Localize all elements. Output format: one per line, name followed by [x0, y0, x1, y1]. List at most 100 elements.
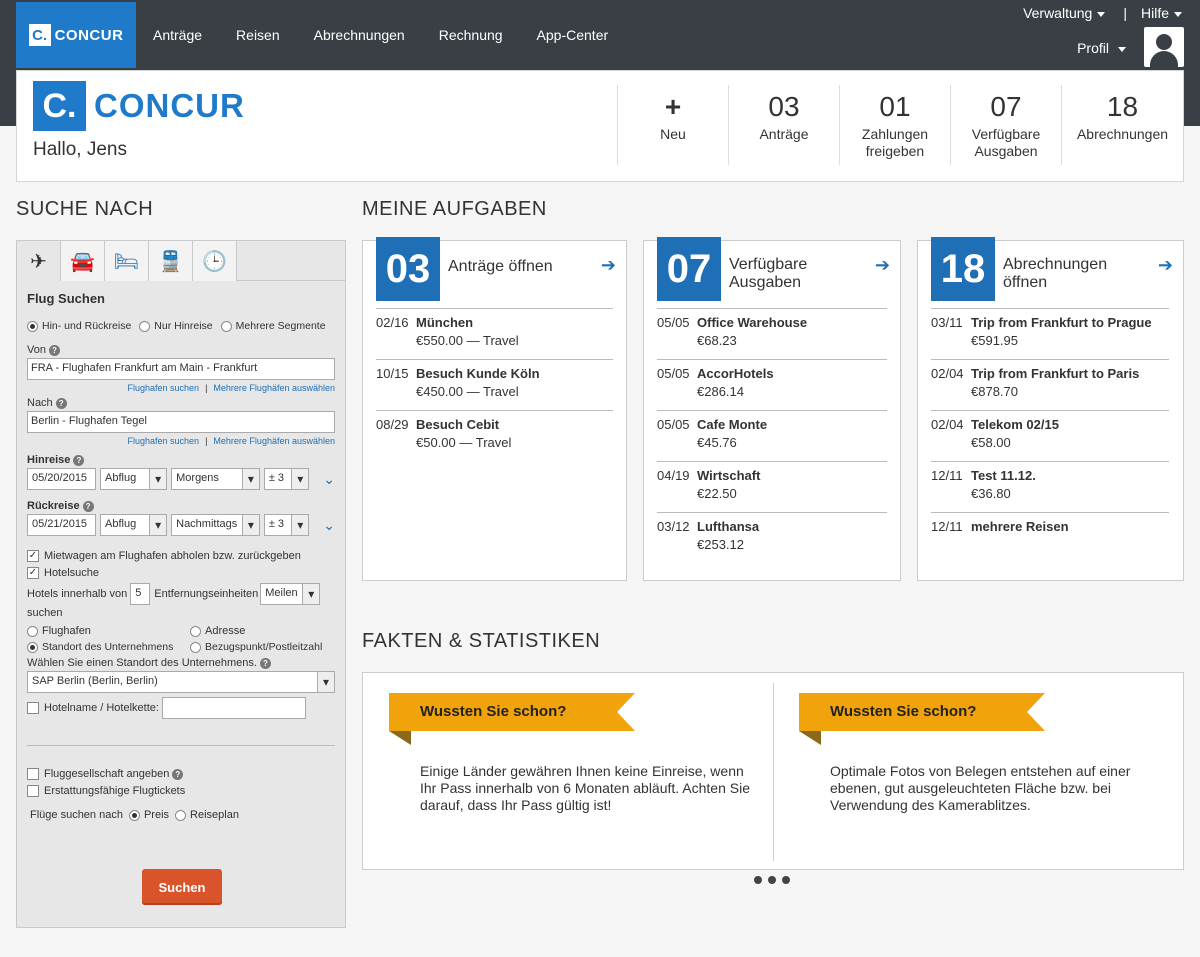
list-item[interactable]: 02/04 Trip from Frankfurt to Paris €878.70	[931, 359, 1169, 410]
radio-standort[interactable]	[27, 641, 38, 653]
card-title: Abrechnungen öffnen	[1003, 256, 1108, 291]
label-text: Nach	[27, 397, 53, 409]
standort-label: Wählen Sie einen Standort des Unternehme…	[27, 657, 335, 669]
train-icon[interactable]: 🚆	[149, 241, 193, 281]
nav-item-antraege[interactable]: Anträge	[136, 0, 219, 70]
rueck-range-select[interactable]: ± 3	[263, 514, 310, 536]
list-item[interactable]: 12/11 mehrere Reisen	[931, 512, 1169, 563]
item-amount: €253.12	[697, 537, 744, 552]
nav-item-app-center[interactable]: App-Center	[520, 0, 626, 70]
chevron-down-icon[interactable]: ⌄	[323, 471, 335, 488]
tile-zahlungen[interactable]: 01 Zahlungen freigeben	[839, 85, 950, 165]
rueck-date-input[interactable]: 05/21/2015	[27, 514, 97, 536]
chevron-down-icon[interactable]: ⌄	[323, 517, 335, 534]
car-checkbox[interactable]: ✓	[27, 550, 39, 562]
carousel-dots[interactable]	[754, 876, 790, 884]
concur-logo-small[interactable]: C. CONCUR	[16, 2, 136, 68]
rueckreise-row: 05/21/2015 Abflug Nachmittags ± 3 ⌄	[27, 514, 335, 536]
list-item[interactable]: 02/16 München €550.00 — Travel	[376, 308, 613, 359]
search-tabs: ✈ 🚘 🛏 🚆 🕒	[17, 241, 345, 281]
task-card-antraege[interactable]: 03 Anträge öffnen ➔ 02/16 München €550.00 …	[362, 237, 627, 581]
help-icon[interactable]: ?	[48, 344, 60, 356]
refund-checkbox[interactable]	[27, 785, 39, 797]
dist-unit-select[interactable]: Meilen	[260, 583, 321, 605]
tile-neu[interactable]: + Neu	[617, 85, 728, 165]
facts-panel: Wussten Sie schon? Einige Länder gewähre…	[362, 672, 1184, 870]
list-item[interactable]: 08/29 Besuch Cebit €50.00 — Travel	[376, 410, 613, 461]
hilfe-menu[interactable]: Hilfe	[1141, 5, 1182, 21]
list-item[interactable]: 02/04 Telekom 02/15 €58.00	[931, 410, 1169, 461]
list-item[interactable]: 05/05 AccorHotels €286.14	[657, 359, 887, 410]
car-icon[interactable]: 🚘	[61, 241, 105, 281]
link-mehrere-flughaefen[interactable]: Mehrere Flughäfen auswählen	[213, 383, 335, 393]
flight-icon[interactable]: ✈	[17, 241, 61, 281]
carousel-dot[interactable]	[782, 876, 790, 884]
tile-antraege[interactable]: 03 Anträge	[728, 85, 839, 165]
carousel-dot[interactable]	[754, 876, 762, 884]
hotelname-checkbox[interactable]	[27, 702, 39, 714]
radio-preis[interactable]	[128, 809, 140, 821]
profil-label: Profil	[1077, 40, 1109, 56]
verwaltung-menu[interactable]: Verwaltung	[1023, 5, 1106, 21]
sort-label: Flüge suchen nach	[30, 809, 123, 821]
hin-time-select[interactable]: Morgens	[171, 468, 260, 490]
list-item[interactable]: 10/15 Besuch Kunde Köln €450.00 — Travel	[376, 359, 613, 410]
help-icon[interactable]: ?	[259, 657, 271, 669]
tile-ausgaben[interactable]: 07 Verfügbare Ausgaben	[950, 85, 1061, 165]
hin-type-select[interactable]: Abflug	[100, 468, 168, 490]
radio-oneway[interactable]	[139, 320, 151, 332]
link-flughafen-suchen[interactable]: Flughafen suchen	[128, 436, 200, 446]
hotel-distance-input[interactable]: 5	[130, 583, 151, 605]
arrow-right-icon[interactable]: ➔	[1158, 255, 1173, 276]
arrow-right-icon[interactable]: ➔	[601, 255, 616, 276]
hin-date-input[interactable]: 05/20/2015	[27, 468, 97, 490]
standort-select[interactable]: SAP Berlin (Berlin, Berlin)	[27, 671, 335, 693]
help-icon[interactable]: ?	[82, 500, 94, 512]
radio-multi[interactable]	[220, 320, 232, 332]
radio-adresse[interactable]	[190, 625, 201, 637]
avatar[interactable]	[1144, 27, 1184, 67]
list-item[interactable]: 05/05 Cafe Monte €45.76	[657, 410, 887, 461]
list-item[interactable]: 03/11 Trip from Frankfurt to Prague €591.9…	[931, 308, 1169, 359]
radio-flughafen[interactable]	[27, 625, 38, 637]
hotelname-input[interactable]	[161, 697, 306, 719]
search-button[interactable]: Suchen	[142, 869, 222, 905]
tile-abrechnungen[interactable]: 18 Abrechnungen	[1061, 85, 1183, 165]
help-icon[interactable]: ?	[55, 397, 67, 409]
item-date: 04/19	[657, 468, 690, 483]
list-item[interactable]: 04/19 Wirtschaft €22.50	[657, 461, 887, 512]
profil-menu[interactable]: Profil	[1077, 40, 1126, 56]
clock-icon[interactable]: 🕒	[193, 241, 237, 281]
tile-count: 03	[768, 91, 800, 122]
rueck-time-select[interactable]: Nachmittags	[171, 514, 260, 536]
radio-reiseplan[interactable]	[175, 809, 187, 821]
rueck-type-select[interactable]: Abflug	[100, 514, 168, 536]
airline-checkbox[interactable]	[27, 768, 39, 780]
radio-bezugspunkt[interactable]	[190, 641, 201, 653]
hin-range-select[interactable]: ± 3	[263, 468, 310, 490]
link-mehrere-flughaefen[interactable]: Mehrere Flughäfen auswählen	[213, 436, 335, 446]
task-card-ausgaben[interactable]: 07 Verfügbare Ausgaben ➔ 05/05 Office War…	[643, 237, 901, 581]
hotel-checkbox[interactable]: ✓	[27, 567, 39, 579]
nav-item-abrechnungen[interactable]: Abrechnungen	[297, 0, 422, 70]
von-input[interactable]: FRA - Flughafen Frankfurt am Main - Fran…	[27, 358, 335, 380]
hotel-icon[interactable]: 🛏	[105, 241, 149, 281]
nach-input[interactable]: Berlin - Flughafen Tegel	[27, 411, 335, 433]
nav-item-rechnung[interactable]: Rechnung	[422, 0, 520, 70]
task-card-abrechnungen[interactable]: 18 Abrechnungen öffnen ➔ 03/11 Trip from …	[917, 237, 1184, 581]
help-icon[interactable]: ?	[172, 768, 184, 780]
quick-tiles: + Neu 03 Anträge 01 Zahlungen freigeben …	[617, 85, 1183, 165]
list-item[interactable]: 03/12 Lufthansa €253.12	[657, 512, 887, 563]
help-icon[interactable]: ?	[73, 454, 85, 466]
radio-roundtrip[interactable]	[27, 320, 38, 332]
item-amount: €50.00 — Travel	[416, 435, 512, 450]
carousel-dot[interactable]	[768, 876, 776, 884]
link-flughafen-suchen[interactable]: Flughafen suchen	[128, 383, 200, 393]
von-links: Flughafen suchen | Mehrere Flughäfen auswä…	[127, 383, 335, 393]
item-title: Trip from Frankfurt to Prague	[971, 315, 1152, 330]
item-title: Lufthansa	[697, 519, 760, 534]
list-item[interactable]: 12/11 Test 11.12. €36.80	[931, 461, 1169, 512]
arrow-right-icon[interactable]: ➔	[875, 255, 890, 276]
list-item[interactable]: 05/05 Office Warehouse €68.23	[657, 308, 887, 359]
nav-item-reisen[interactable]: Reisen	[219, 0, 297, 70]
